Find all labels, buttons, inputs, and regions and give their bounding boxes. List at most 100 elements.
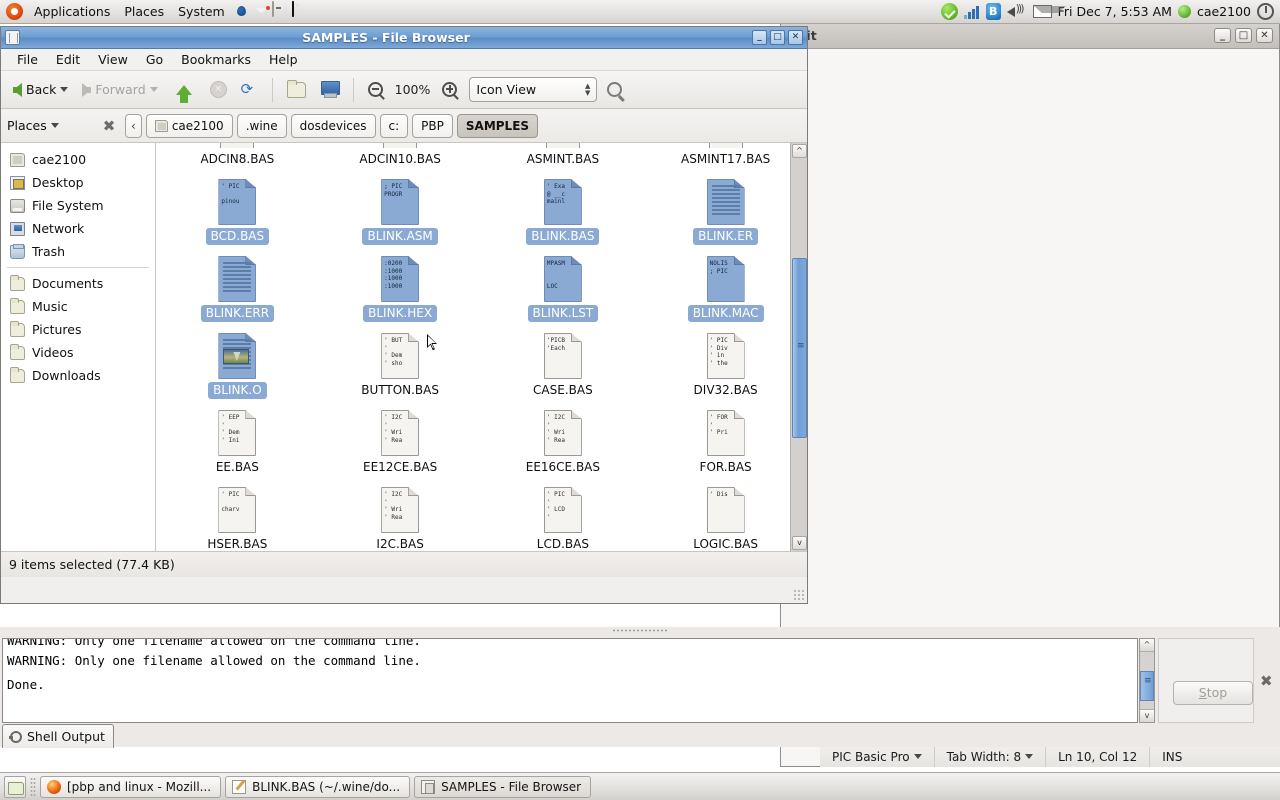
chevron-down-icon[interactable] bbox=[60, 87, 69, 92]
close-button[interactable]: ✕ bbox=[788, 30, 803, 45]
minimize-button[interactable]: _ bbox=[752, 30, 767, 45]
sidebar-item-network[interactable]: Network bbox=[1, 217, 155, 240]
file-item[interactable]: BLINK.ER bbox=[644, 176, 807, 253]
menu-system[interactable]: System bbox=[171, 2, 232, 21]
taskbar-item-file-browser[interactable]: SAMPLES - File Browser bbox=[414, 775, 592, 798]
scroll-up-icon[interactable]: ^ bbox=[792, 144, 807, 158]
sidebar-item-documents[interactable]: Documents bbox=[1, 272, 155, 295]
file-item[interactable]: ' I2C ' ' Wri ' Rea EE16CE.BAS bbox=[482, 407, 645, 484]
background-minimize-button[interactable]: _ bbox=[1214, 28, 1231, 43]
file-item[interactable]: ' I2C ' ' Wri ' Rea EE12CE.BAS bbox=[319, 407, 482, 484]
background-close-button[interactable]: ✕ bbox=[1256, 28, 1273, 43]
background-window-titlebar[interactable]: edit _ □ ✕ bbox=[781, 23, 1279, 49]
user-status-icon[interactable] bbox=[1177, 5, 1191, 18]
volume-icon[interactable] bbox=[1006, 2, 1027, 19]
computer-button[interactable] bbox=[314, 78, 345, 101]
zoom-in-button[interactable] bbox=[436, 79, 463, 100]
file-item[interactable]: ' PIC charv HSER.BAS bbox=[156, 484, 319, 551]
breadcrumb-item-pbp[interactable]: PBP bbox=[412, 113, 453, 138]
taskbar-item-editor[interactable]: BLINK.BAS (~/.wine/do... bbox=[225, 775, 411, 798]
scroll-up-icon[interactable]: ^ bbox=[1140, 639, 1154, 652]
sidebar-item-cae2100[interactable]: cae2100 bbox=[1, 148, 155, 171]
file-item[interactable]: 'PICB 'Each CASE.BAS bbox=[482, 330, 645, 407]
menu-view[interactable]: View bbox=[90, 50, 136, 69]
file-item[interactable]: ' FOR ' ' Pri FOR.BAS bbox=[644, 407, 807, 484]
menu-edit[interactable]: Edit bbox=[48, 50, 88, 69]
maximize-button[interactable]: □ bbox=[770, 30, 785, 45]
statusbar-tab-width[interactable]: Tab Width: 8 bbox=[935, 746, 1047, 767]
menu-bookmarks[interactable]: Bookmarks bbox=[173, 50, 259, 69]
file-item[interactable]: BLINK.ERR bbox=[156, 253, 319, 330]
sidebar-item-desktop[interactable]: Desktop bbox=[1, 171, 155, 194]
background-maximize-button[interactable]: □ bbox=[1235, 28, 1252, 43]
sidebar-item-file-system[interactable]: File System bbox=[1, 194, 155, 217]
taskbar-grip[interactable] bbox=[30, 776, 36, 797]
menu-places[interactable]: Places bbox=[117, 2, 171, 21]
breadcrumb-item-home[interactable]: cae2100 bbox=[145, 113, 233, 138]
sidebar-item-pictures[interactable]: Pictures bbox=[1, 318, 155, 341]
reload-button[interactable]: ⟳ bbox=[235, 78, 264, 101]
stop-button[interactable]: Stop bbox=[1173, 681, 1253, 705]
file-item[interactable]: BLINK.O bbox=[156, 330, 319, 407]
breadcrumb-scroll-left[interactable]: ‹ bbox=[125, 113, 142, 138]
shell-output-scrollbar[interactable]: ^ v bbox=[1139, 638, 1155, 723]
menu-file[interactable]: File bbox=[9, 50, 46, 69]
statusbar-language[interactable]: PIC Basic Pro bbox=[820, 746, 935, 767]
sidebar-item-trash[interactable]: Trash bbox=[1, 240, 155, 263]
taskbar-item-firefox[interactable]: [pbp and linux - Mozill... bbox=[40, 775, 222, 798]
show-desktop-button[interactable] bbox=[4, 775, 26, 798]
back-button[interactable]: Back bbox=[7, 79, 74, 100]
dock-resize-handle[interactable] bbox=[0, 627, 1280, 634]
file-item[interactable]: ADCIN8.BAS bbox=[156, 143, 319, 176]
file-item[interactable]: ' EEP ' ' Dem ' Ini EE.BAS bbox=[156, 407, 319, 484]
thunderbird-icon[interactable] bbox=[252, 2, 272, 22]
file-item[interactable]: ' BUT ' ' Dem ' sho BUTTON.BAS bbox=[319, 330, 482, 407]
bluetooth-icon[interactable] bbox=[985, 3, 1001, 20]
gamepad-icon[interactable] bbox=[271, 0, 292, 22]
file-view-scrollbar[interactable]: ^ v bbox=[790, 143, 807, 551]
sidebar-item-music[interactable]: Music bbox=[1, 295, 155, 318]
file-item[interactable]: NOLIS ; PIC BLINK.MAC bbox=[644, 253, 807, 330]
clock-label[interactable]: Fri Dec 7, 5:53 AM bbox=[1058, 4, 1172, 19]
places-dropdown[interactable]: Places bbox=[7, 118, 99, 133]
file-item[interactable]: :0200 :1000 :1000 :1000 BLINK.HEX bbox=[319, 253, 482, 330]
menu-applications[interactable]: Applications bbox=[27, 2, 117, 21]
file-item[interactable]: MPASM LOC BLINK.LST bbox=[482, 253, 645, 330]
scrollbar-thumb[interactable] bbox=[1140, 671, 1154, 701]
firefox-icon[interactable] bbox=[232, 2, 252, 22]
file-icon-view[interactable]: ADCIN8.BAS ADCIN10.BAS ASMINT.BAS ASMINT17.… bbox=[156, 143, 807, 551]
menu-go[interactable]: Go bbox=[138, 50, 171, 69]
file-item[interactable]: ' PIC ' Div ' in ' the DIV32.BAS bbox=[644, 330, 807, 407]
sidebar-item-videos[interactable]: Videos bbox=[1, 341, 155, 364]
file-item[interactable]: ADCIN10.BAS bbox=[319, 143, 482, 176]
breadcrumb-item-wine[interactable]: .wine bbox=[236, 113, 287, 138]
file-item[interactable]: ' Exa @ __c mainl BLINK.BAS bbox=[482, 176, 645, 253]
file-browser-titlebar[interactable]: SAMPLES - File Browser _ □ ✕ bbox=[1, 27, 807, 49]
file-item[interactable]: ' PIC pinou BCD.BAS bbox=[156, 176, 319, 253]
zoom-out-button[interactable] bbox=[362, 79, 389, 100]
file-item[interactable]: ASMINT17.BAS bbox=[644, 143, 807, 176]
file-item[interactable]: ' Dis LOGIC.BAS bbox=[644, 484, 807, 551]
breadcrumb-item-dosdevices[interactable]: dosdevices bbox=[290, 113, 376, 138]
network-signal-icon[interactable] bbox=[963, 5, 980, 19]
shell-output-textarea[interactable]: WARNING: Only one filename allowed on th… bbox=[2, 638, 1138, 723]
view-mode-select[interactable]: Icon View ▲ ▼ bbox=[469, 77, 598, 102]
up-button[interactable] bbox=[166, 82, 202, 103]
file-item[interactable]: ; PIC PROGR BLINK.ASM bbox=[319, 176, 482, 253]
sidebar-item-downloads[interactable]: Downloads bbox=[1, 364, 155, 387]
file-item[interactable]: ' PIC ' ' LCD ' LCD.BAS bbox=[482, 484, 645, 551]
mail-icon[interactable] bbox=[1032, 5, 1066, 18]
user-name-label[interactable]: cae2100 bbox=[1197, 4, 1251, 19]
power-icon[interactable] bbox=[1257, 3, 1274, 20]
menu-help[interactable]: Help bbox=[261, 50, 306, 69]
file-browser-window[interactable]: SAMPLES - File Browser _ □ ✕ File Edit V… bbox=[0, 26, 808, 604]
update-ok-icon[interactable] bbox=[940, 3, 958, 20]
scroll-down-icon[interactable]: v bbox=[1140, 709, 1154, 722]
file-item[interactable]: ' I2C ' ' Wri ' Rea I2C.BAS bbox=[319, 484, 482, 551]
scroll-down-icon[interactable]: v bbox=[792, 536, 807, 550]
file-item[interactable]: ASMINT.BAS bbox=[482, 143, 645, 176]
close-icon[interactable]: ✖ bbox=[1260, 674, 1274, 689]
home-button[interactable] bbox=[281, 79, 312, 101]
close-sidebar-icon[interactable]: ✖ bbox=[99, 117, 119, 135]
search-icon[interactable] bbox=[607, 82, 623, 97]
